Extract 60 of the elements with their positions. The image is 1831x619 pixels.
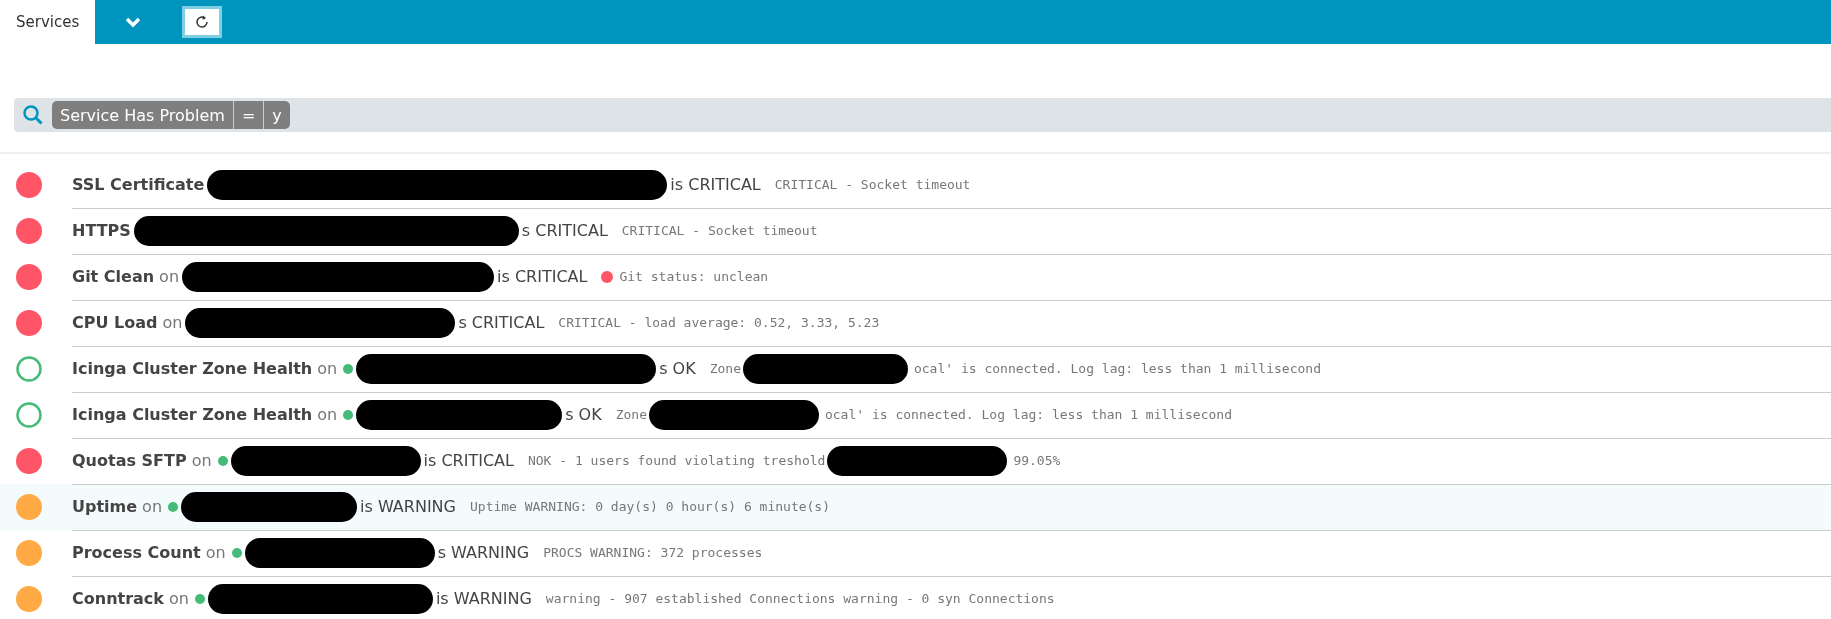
service-name[interactable]: Uptime (72, 497, 138, 516)
state-icon (16, 586, 42, 612)
state-icon (16, 356, 42, 382)
plugin-output: CRITICAL - Socket timeout (621, 223, 818, 238)
state-icon (16, 172, 42, 198)
state-icon (16, 448, 42, 474)
state-text: is CRITICAL (423, 451, 514, 470)
plugin-output: warning - 907 established Connections warning - 0 syn Connections (545, 591, 1055, 606)
plugin-output: Git status: unclean (619, 269, 769, 284)
service-name[interactable]: CPU Load (72, 313, 158, 332)
host-label: on (317, 359, 338, 378)
state-icon (16, 264, 42, 290)
state-icon (16, 402, 42, 428)
state-text: is CRITICAL (497, 267, 588, 286)
service-name[interactable]: Quotas SFTP (72, 451, 187, 470)
service-name[interactable]: HTTPS (72, 221, 131, 240)
plugin-output: ocal' is connected. Log lag: less than 1 millisecond (824, 407, 1232, 422)
refresh-icon (194, 14, 211, 30)
service-name[interactable]: Process Count (72, 543, 201, 562)
service-name[interactable]: Git Clean (72, 267, 155, 286)
service-name[interactable]: SSL Certificate (72, 175, 205, 194)
plugin-output: ocal' is connected. Log lag: less than 1 millisecond (913, 361, 1321, 376)
chevron-down-icon (124, 16, 141, 28)
state-icon (16, 540, 42, 566)
service-name[interactable]: Conntrack (72, 589, 164, 608)
state-text: is WARNING (435, 589, 532, 608)
selected-row[interactable]: Uptime on is WARNING Uptime WARNING: 0 day(s) 0 hour(s) 6 minute(s) (0, 484, 1831, 530)
plugin-output: PROCS WARNING: 372 processes (543, 545, 763, 560)
plugin-output: 99.05% (1013, 453, 1061, 468)
filter-column[interactable]: Service Has Problem (52, 101, 233, 129)
host-label: on (169, 589, 189, 608)
state-icon (16, 218, 42, 244)
host-label: on (162, 313, 183, 332)
service-name[interactable]: Icinga Cluster Zone Health (72, 405, 313, 424)
plugin-output: Uptime WARNING: 0 day(s) 0 hour(s) 6 minute(s) (470, 499, 830, 514)
tab[interactable]: Services (0, 0, 96, 44)
host-label: on (317, 405, 338, 424)
plugin-output: CRITICAL - load average: 0.52, 3.33, 5.23 (558, 315, 880, 330)
state-text: s WARNING (437, 543, 530, 562)
state-text: s OK (565, 405, 602, 424)
filter-value[interactable]: y (263, 101, 290, 129)
host-label: on (191, 451, 212, 470)
host-label: on (142, 497, 163, 516)
state-text: s CRITICAL (521, 221, 608, 240)
filter-operator[interactable]: = (232, 101, 264, 129)
state-text: s OK (659, 359, 696, 378)
plugin-output: NOK - 1 users found violating treshold (527, 453, 826, 468)
plugin-output: CRITICAL - Socket timeout (774, 177, 971, 192)
state-text: is WARNING (360, 497, 456, 516)
service-name[interactable]: Icinga Cluster Zone Health (72, 359, 313, 378)
state-icon (16, 310, 42, 336)
state-text: s CRITICAL (458, 313, 545, 332)
host-label: on (159, 267, 180, 286)
search-icon (22, 104, 44, 126)
refresh-button[interactable] (182, 6, 223, 38)
plugin-output: Zone (709, 361, 741, 376)
host-label: on (205, 543, 226, 562)
plugin-output: Zone (615, 407, 647, 422)
state-icon (16, 494, 42, 520)
state-text: is CRITICAL (670, 175, 761, 194)
